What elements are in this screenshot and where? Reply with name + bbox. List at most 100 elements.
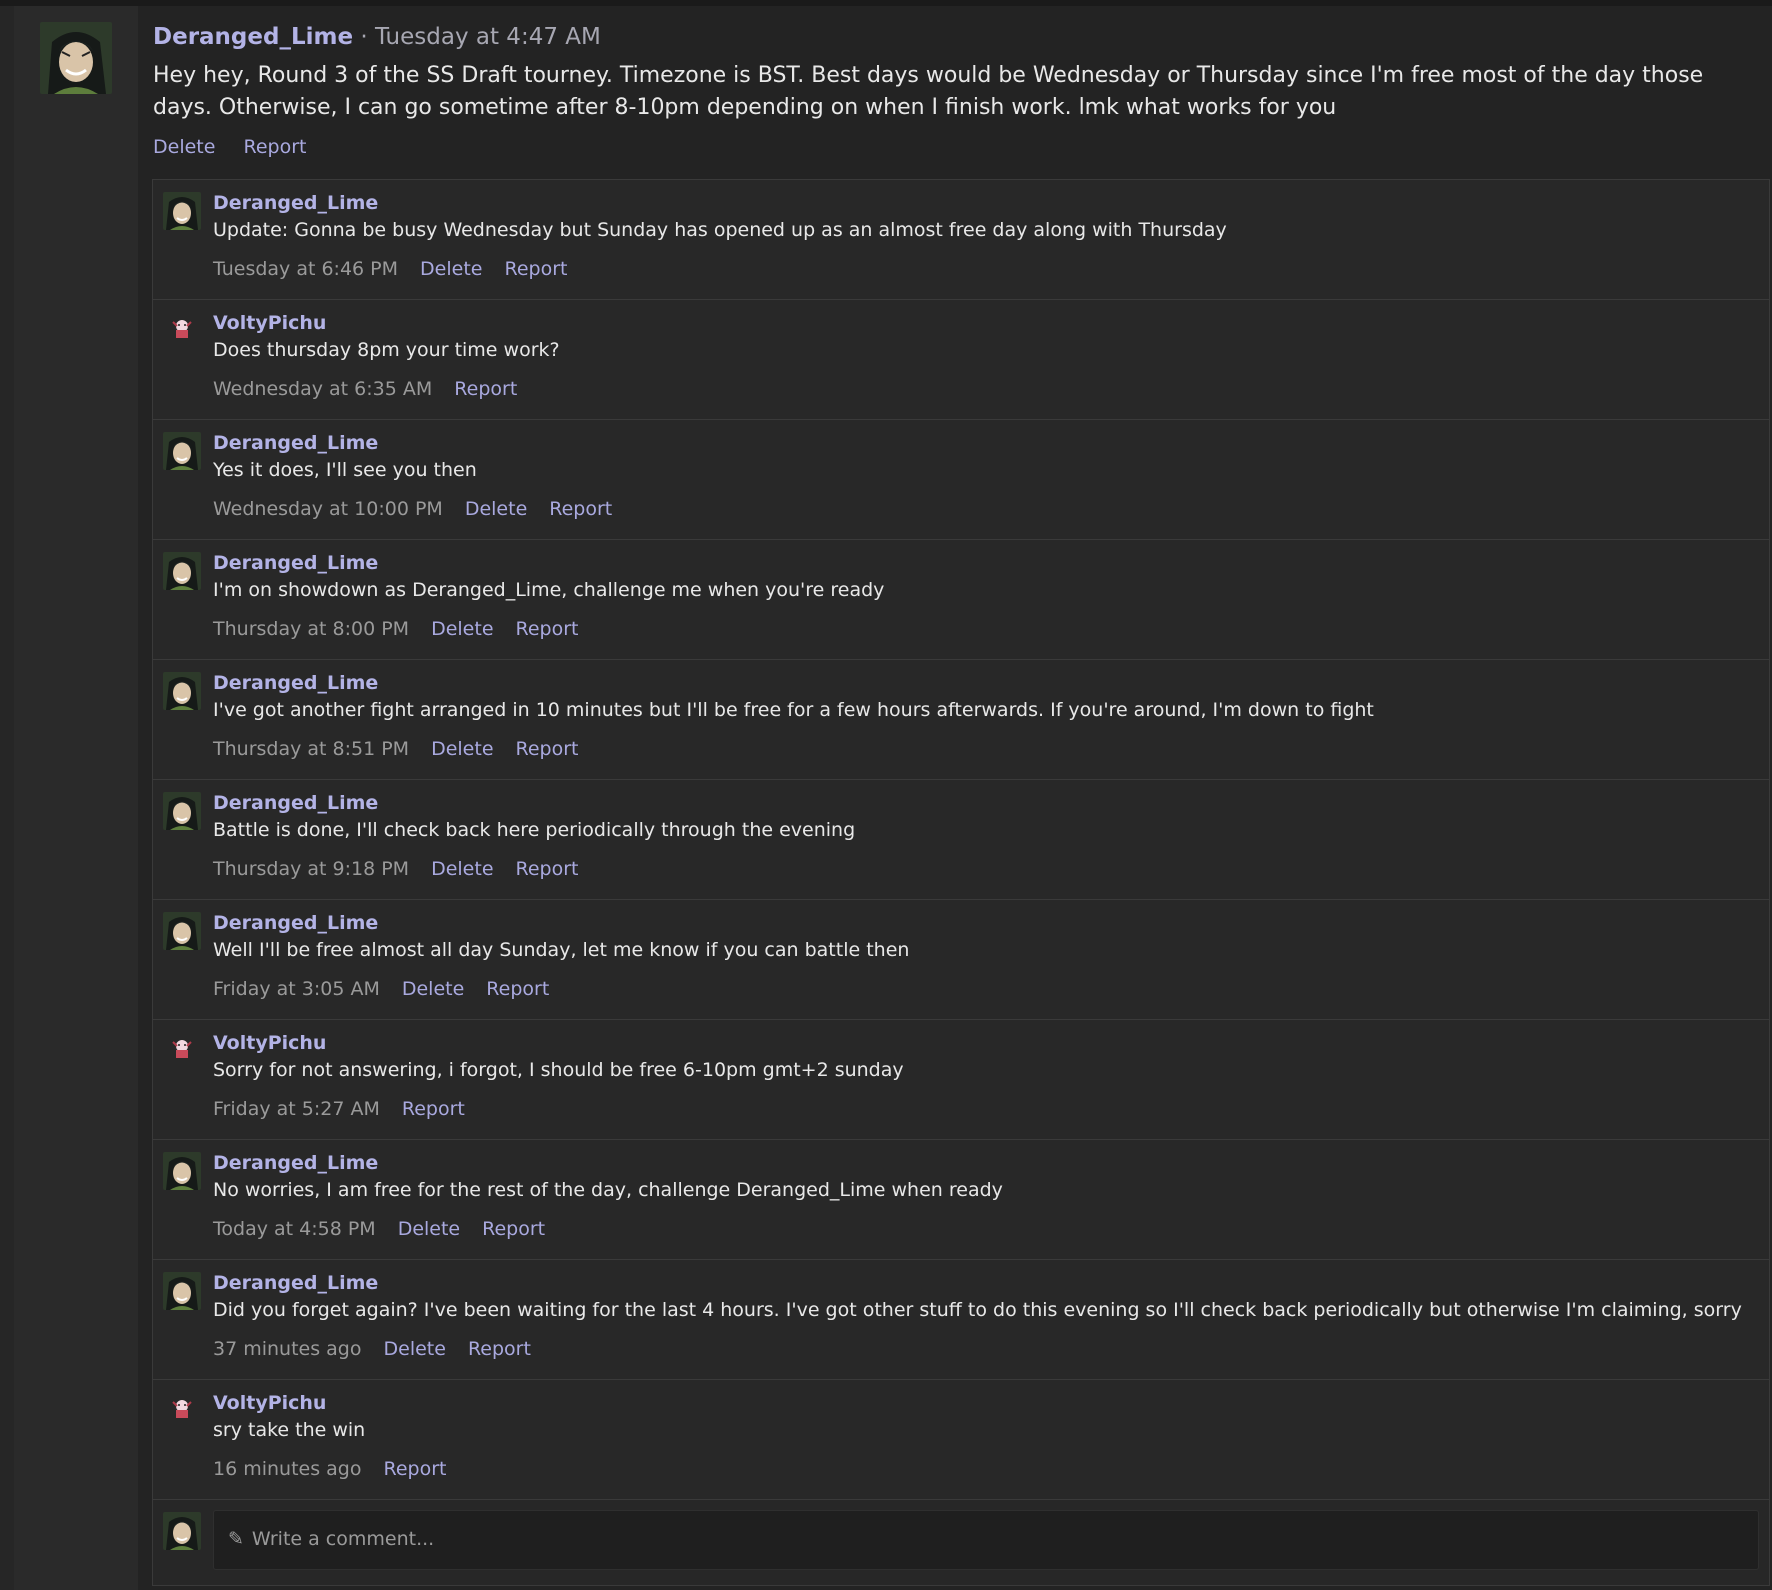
avatar[interactable] <box>163 1272 201 1310</box>
report-button[interactable]: Report <box>384 1458 447 1480</box>
comment-text: Sorry for not answering, i forgot, I sho… <box>213 1059 904 1081</box>
comment-body: Deranged_Lime I'm on showdown as Deranged… <box>213 550 1753 642</box>
delete-button[interactable]: Delete <box>153 136 215 158</box>
post-timestamp[interactable]: Tuesday at 4:47 AM <box>375 24 601 50</box>
avatar[interactable] <box>163 552 201 590</box>
avatar[interactable] <box>163 1512 201 1550</box>
pichu-avatar-icon <box>163 312 201 350</box>
delete-button[interactable]: Delete <box>431 858 493 880</box>
comment-timestamp[interactable]: Wednesday at 10:00 PM <box>213 498 443 520</box>
avatar[interactable] <box>163 432 201 470</box>
comment-meta: Tuesday at 6:46 PM Delete Report <box>213 256 1753 282</box>
post-separator: · <box>353 24 375 50</box>
post-text: Hey hey, Round 3 of the SS Draft tourney… <box>153 63 1704 120</box>
comment-meta: Friday at 3:05 AM Delete Report <box>213 976 1753 1002</box>
report-button[interactable]: Report <box>549 498 612 520</box>
comment-item: VoltyPichu sry take the win 16 minutes ago… <box>153 1380 1769 1500</box>
comment-author-link[interactable]: VoltyPichu <box>213 310 1753 336</box>
comment-timestamp[interactable]: Tuesday at 6:46 PM <box>213 258 398 280</box>
comment-timestamp[interactable]: 16 minutes ago <box>213 1458 362 1480</box>
comment-item: Deranged_Lime I'm on showdown as Deranged… <box>153 540 1769 660</box>
comment-meta: Wednesday at 10:00 PM Delete Report <box>213 496 1753 522</box>
comment-text: I'm on showdown as Deranged_Lime, challe… <box>213 579 885 601</box>
comment-timestamp[interactable]: Friday at 5:27 AM <box>213 1098 380 1120</box>
comment-author-link[interactable]: Deranged_Lime <box>213 670 1753 696</box>
avatar[interactable] <box>40 22 112 94</box>
report-button[interactable]: Report <box>402 1098 465 1120</box>
comment-author-link[interactable]: Deranged_Lime <box>213 550 1753 576</box>
comment-timestamp[interactable]: Thursday at 8:51 PM <box>213 738 409 760</box>
comment-meta: 37 minutes ago Delete Report <box>213 1336 1753 1362</box>
delete-button[interactable]: Delete <box>420 258 482 280</box>
comment-list: Deranged_Lime Update: Gonna be busy Wedne… <box>152 179 1770 1586</box>
comment-meta: Thursday at 9:18 PM Delete Report <box>213 856 1753 882</box>
comment-timestamp[interactable]: Friday at 3:05 AM <box>213 978 380 1000</box>
report-button[interactable]: Report <box>482 1218 545 1240</box>
comment-meta: Wednesday at 6:35 AM Report <box>213 376 1753 402</box>
comment-text: Update: Gonna be busy Wednesday but Sund… <box>213 219 1227 241</box>
profile-post: Deranged_Lime · Tuesday at 4:47 AM Hey h… <box>14 6 1772 1590</box>
comment-author-link[interactable]: VoltyPichu <box>213 1390 1753 1416</box>
comment-timestamp[interactable]: Today at 4:58 PM <box>213 1218 376 1240</box>
toph-avatar-icon <box>40 22 112 94</box>
comment-author-link[interactable]: Deranged_Lime <box>213 430 1753 456</box>
comment-timestamp[interactable]: Wednesday at 6:35 AM <box>213 378 432 400</box>
comment-body: Deranged_Lime Battle is done, I'll check … <box>213 790 1753 882</box>
comment-item: VoltyPichu Does thursday 8pm your time wo… <box>153 300 1769 420</box>
avatar[interactable] <box>163 192 201 230</box>
comment-input[interactable]: ✎ Write a comment... <box>213 1510 1759 1570</box>
comment-meta: Thursday at 8:51 PM Delete Report <box>213 736 1753 762</box>
comment-author-link[interactable]: Deranged_Lime <box>213 1150 1753 1176</box>
comment-body: Deranged_Lime Update: Gonna be busy Wedne… <box>213 190 1753 282</box>
report-button[interactable]: Report <box>516 618 579 640</box>
comment-item: VoltyPichu Sorry for not answering, i for… <box>153 1020 1769 1140</box>
delete-button[interactable]: Delete <box>465 498 527 520</box>
report-button[interactable]: Report <box>504 258 567 280</box>
comment-author-link[interactable]: Deranged_Lime <box>213 910 1753 936</box>
post-author-link[interactable]: Deranged_Lime <box>153 24 353 50</box>
comment-author-link[interactable]: Deranged_Lime <box>213 1270 1753 1296</box>
comment-text: Did you forget again? I've been waiting … <box>213 1299 1742 1321</box>
avatar[interactable] <box>163 792 201 830</box>
comment-timestamp[interactable]: 37 minutes ago <box>213 1338 362 1360</box>
comment-text: Does thursday 8pm your time work? <box>213 339 560 361</box>
comment-item: Deranged_Lime No worries, I am free for t… <box>153 1140 1769 1260</box>
comment-meta: Today at 4:58 PM Delete Report <box>213 1216 1753 1242</box>
comment-timestamp[interactable]: Thursday at 8:00 PM <box>213 618 409 640</box>
toph-avatar-icon <box>163 1512 201 1550</box>
comment-body: VoltyPichu sry take the win 16 minutes ago… <box>213 1390 1753 1482</box>
toph-avatar-icon <box>163 912 201 950</box>
comment-composer: ✎ Write a comment... <box>153 1500 1769 1584</box>
report-button[interactable]: Report <box>486 978 549 1000</box>
avatar[interactable] <box>163 912 201 950</box>
avatar[interactable] <box>163 1152 201 1190</box>
comment-meta: Friday at 5:27 AM Report <box>213 1096 1753 1122</box>
delete-button[interactable]: Delete <box>398 1218 460 1240</box>
delete-button[interactable]: Delete <box>431 618 493 640</box>
avatar[interactable] <box>163 672 201 710</box>
avatar[interactable] <box>163 312 201 350</box>
report-button[interactable]: Report <box>243 136 306 158</box>
report-button[interactable]: Report <box>468 1338 531 1360</box>
delete-button[interactable]: Delete <box>384 1338 446 1360</box>
comment-author-link[interactable]: Deranged_Lime <box>213 790 1753 816</box>
comment-item: Deranged_Lime Yes it does, I'll see you t… <box>153 420 1769 540</box>
avatar[interactable] <box>163 1032 201 1070</box>
comment-item: Deranged_Lime I've got another fight arra… <box>153 660 1769 780</box>
report-button[interactable]: Report <box>454 378 517 400</box>
comment-author-link[interactable]: Deranged_Lime <box>213 190 1753 216</box>
delete-button[interactable]: Delete <box>431 738 493 760</box>
comment-text: Well I'll be free almost all day Sunday,… <box>213 939 910 961</box>
post-header: Deranged_Lime · Tuesday at 4:47 AM <box>153 22 1768 52</box>
comment-body: Deranged_Lime Did you forget again? I've … <box>213 1270 1753 1362</box>
toph-avatar-icon <box>163 432 201 470</box>
comment-text: Battle is done, I'll check back here per… <box>213 819 856 841</box>
avatar[interactable] <box>163 1392 201 1430</box>
comment-text: I've got another fight arranged in 10 mi… <box>213 699 1374 721</box>
comment-item: Deranged_Lime Battle is done, I'll check … <box>153 780 1769 900</box>
comment-timestamp[interactable]: Thursday at 9:18 PM <box>213 858 409 880</box>
comment-author-link[interactable]: VoltyPichu <box>213 1030 1753 1056</box>
report-button[interactable]: Report <box>516 738 579 760</box>
delete-button[interactable]: Delete <box>402 978 464 1000</box>
report-button[interactable]: Report <box>516 858 579 880</box>
